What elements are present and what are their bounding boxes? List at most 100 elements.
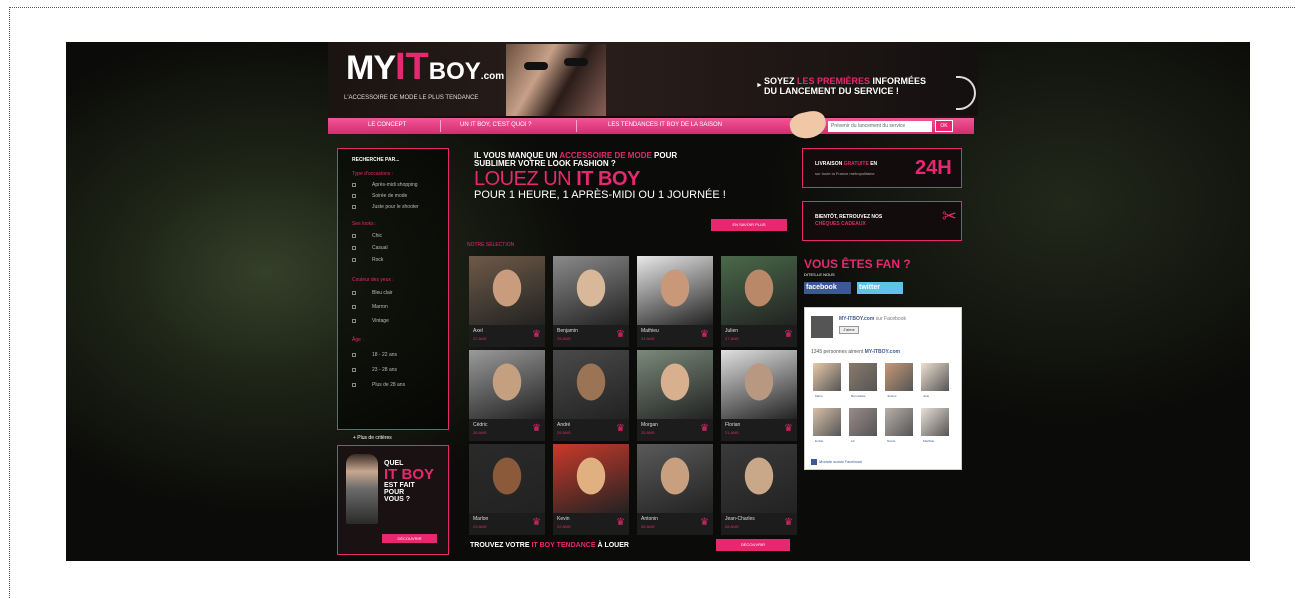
boy-photo[interactable] <box>553 256 629 325</box>
fan-avatar[interactable] <box>921 408 949 436</box>
boy-card[interactable]: Kevin 22 ANS ♛ <box>553 444 629 535</box>
boy-name: Mathieu <box>641 328 659 334</box>
boy-card[interactable]: André 29 ANS ♛ <box>553 350 629 441</box>
crown-icon[interactable]: ♛ <box>700 424 709 434</box>
boy-photo[interactable] <box>721 256 797 325</box>
fan-avatar[interactable] <box>921 363 949 391</box>
fan-name[interactable]: Bernadette <box>851 394 866 398</box>
checkbox[interactable] <box>352 318 356 323</box>
filter-option[interactable]: Après-midi shopping <box>352 182 418 188</box>
checkbox[interactable] <box>352 257 356 262</box>
filter-option[interactable]: Marron <box>352 304 388 310</box>
crown-icon[interactable]: ♛ <box>784 424 793 434</box>
boy-card[interactable]: Jean-Charles 28 ANS ♛ <box>721 444 797 535</box>
boy-photo[interactable] <box>637 350 713 419</box>
fan-avatar[interactable] <box>813 408 841 436</box>
crown-icon[interactable]: ♛ <box>616 424 625 434</box>
filter-option[interactable]: Casual <box>352 245 388 251</box>
boy-card[interactable]: Marlon 23 ANS ♛ <box>469 444 545 535</box>
filter-option[interactable]: Chic <box>352 233 382 239</box>
filter-option[interactable]: Rock <box>352 257 383 263</box>
boy-card[interactable]: Morgan 25 ANS ♛ <box>637 350 713 441</box>
notify-email-input[interactable]: Prévenir du lancement du service <box>828 121 932 132</box>
checkbox[interactable] <box>352 245 356 250</box>
boy-photo[interactable] <box>637 444 713 513</box>
facebook-button[interactable]: facebook <box>804 282 851 294</box>
crown-icon[interactable]: ♛ <box>616 518 625 528</box>
checkbox[interactable] <box>352 352 356 357</box>
fan-avatar[interactable] <box>885 363 913 391</box>
filter-option[interactable]: Juste pour le shooter <box>352 204 419 210</box>
crown-icon[interactable]: ♛ <box>532 424 541 434</box>
fan-name[interactable]: Julie <box>923 394 929 398</box>
fan-name[interactable]: Emilie <box>815 439 823 443</box>
quiz-banner[interactable]: QUEL IT BOY EST FAIT POUR VOUS ? DÉCOUVR… <box>337 445 449 555</box>
site-logo[interactable]: MYITBOY.com <box>346 48 504 86</box>
checkbox[interactable] <box>352 304 356 309</box>
fan-name[interactable]: Lili <box>851 439 855 443</box>
checkbox[interactable] <box>352 193 356 198</box>
nav-concept[interactable]: LE CONCEPT <box>368 122 406 128</box>
fan-avatar[interactable] <box>813 363 841 391</box>
facebook-plugin-label[interactable]: Module social Facebook <box>811 459 862 465</box>
checkbox[interactable] <box>352 367 356 372</box>
checkbox[interactable] <box>352 382 356 387</box>
notify-ok-button[interactable]: OK <box>935 120 953 132</box>
boy-card[interactable]: Cédric 26 ANS ♛ <box>469 350 545 441</box>
crown-icon[interactable]: ♛ <box>784 518 793 528</box>
crown-icon[interactable]: ♛ <box>616 330 625 340</box>
boy-age: 25 ANS <box>557 336 571 341</box>
boy-photo[interactable] <box>469 256 545 325</box>
filters-title: RECHERCHE PAR... <box>352 157 400 163</box>
boy-card[interactable]: Florian 21 ANS ♛ <box>721 350 797 441</box>
fan-avatar[interactable] <box>885 408 913 436</box>
crown-icon[interactable]: ♛ <box>532 330 541 340</box>
gift-cards-banner[interactable]: BIENTÔT, RETROUVEZ NOS CHÈQUES CADEAUX ✂ <box>802 201 962 241</box>
filter-option[interactable]: Plus de 28 ans <box>352 382 405 388</box>
filter-option[interactable]: 23 - 28 ans <box>352 367 397 373</box>
boy-card[interactable]: Antonin 26 ANS ♛ <box>637 444 713 535</box>
filter-option[interactable]: Vintage <box>352 318 389 324</box>
crown-icon[interactable]: ♛ <box>700 518 709 528</box>
crown-icon[interactable]: ♛ <box>784 330 793 340</box>
boy-photo[interactable] <box>469 350 545 419</box>
fan-name[interactable]: Nicole <box>887 439 895 443</box>
boy-photo[interactable] <box>469 444 545 513</box>
discover-button[interactable]: DÉCOUVRIR <box>716 539 790 551</box>
page-name[interactable]: MY-ITBOY.com sur Facebook <box>839 316 906 322</box>
boy-card[interactable]: Mathieu 24 ANS ♛ <box>637 256 713 347</box>
nav-trends[interactable]: LES TENDANCES IT BOY DE LA SAISON <box>608 122 722 128</box>
like-button[interactable]: J'aime <box>839 326 859 334</box>
filter-option[interactable]: 18 - 22 ans <box>352 352 397 358</box>
fan-avatar[interactable] <box>849 408 877 436</box>
boy-photo[interactable] <box>553 350 629 419</box>
boy-photo[interactable] <box>637 256 713 325</box>
checkbox[interactable] <box>352 290 356 295</box>
boy-age: 26 ANS <box>473 430 487 435</box>
page-avatar[interactable] <box>811 316 833 338</box>
fan-name[interactable]: Mathilde <box>923 439 934 443</box>
filter-option[interactable]: Bleu clair <box>352 290 393 296</box>
delivery-banner[interactable]: LIVRAISON GRATUITE EN sur toute la Franc… <box>802 148 962 188</box>
nav-what-is-it-boy[interactable]: UN IT BOY, C'EST QUOI ? <box>460 122 532 128</box>
boy-card[interactable]: Axel 22 ANS ♛ <box>469 256 545 347</box>
boy-name: Jean-Charles <box>725 516 755 522</box>
fan-name[interactable]: Justine <box>887 394 897 398</box>
more-criteria-link[interactable]: + Plus de critères <box>353 435 392 441</box>
boy-photo[interactable] <box>553 444 629 513</box>
twitter-button[interactable]: twitter <box>857 282 903 294</box>
checkbox[interactable] <box>352 233 356 238</box>
fan-name[interactable]: Marie <box>815 394 823 398</box>
fan-avatar[interactable] <box>849 363 877 391</box>
boy-photo[interactable] <box>721 444 797 513</box>
checkbox[interactable] <box>352 204 356 209</box>
filter-option[interactable]: Soirée de mode <box>352 193 407 199</box>
learn-more-button[interactable]: EN SAVOIR PLUS <box>711 219 787 231</box>
crown-icon[interactable]: ♛ <box>532 518 541 528</box>
boy-card[interactable]: Benjamin 25 ANS ♛ <box>553 256 629 347</box>
checkbox[interactable] <box>352 182 356 187</box>
boy-card[interactable]: Julien 27 ANS ♛ <box>721 256 797 347</box>
crown-icon[interactable]: ♛ <box>700 330 709 340</box>
quiz-button[interactable]: DÉCOUVRIR <box>382 534 437 543</box>
boy-photo[interactable] <box>721 350 797 419</box>
